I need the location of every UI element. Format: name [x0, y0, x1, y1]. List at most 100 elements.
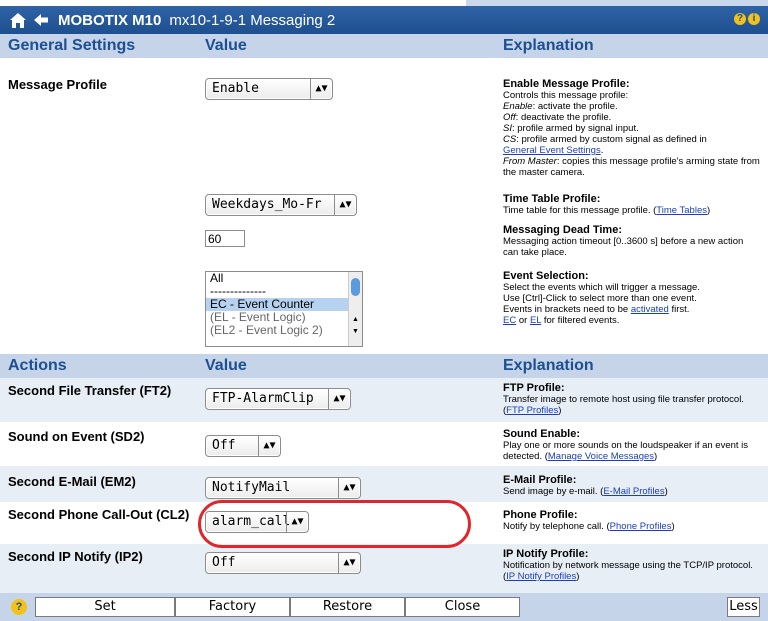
ip-notify-select-value: Off [212, 555, 236, 570]
action-label: Second IP Notify (IP2) [8, 549, 143, 564]
general-event-settings-link[interactable]: General Event Settings [503, 145, 601, 156]
exp-title: Phone Profile [503, 509, 574, 521]
exp-tt-text: Time table for this message profile. ( [503, 205, 657, 216]
exp-enable-term: From Master [503, 156, 557, 167]
message-profile-label: Message Profile [8, 77, 107, 92]
exp-title: Sound Enable [503, 428, 577, 440]
email-select[interactable]: NotifyMail ▲▼ [205, 477, 361, 499]
ftp-profiles-link[interactable]: FTP Profiles [506, 405, 558, 416]
action-label: Second File Transfer (FT2) [8, 383, 172, 398]
manage-voice-messages-link[interactable]: Manage Voice Messages [548, 451, 654, 462]
exp-text: Notify by telephone call. ( [503, 521, 610, 532]
exp-enable-line: : profile armed by custom signal as defi… [516, 134, 707, 145]
exp-ev-line: for filtered events. [541, 315, 620, 326]
timetable-select[interactable]: Weekdays_Mo-Fr ▲▼ [205, 194, 357, 216]
back-arrow-icon[interactable] [32, 10, 50, 30]
action-label: Second Phone Call-Out (CL2) [8, 507, 190, 522]
scroll-up-icon[interactable]: ▲ [352, 316, 359, 323]
exp-enable-line: : deactivate the profile. [515, 112, 612, 123]
message-profile-row: Message Profile Enable ▲▼ Enable Message… [0, 58, 768, 354]
exp-enable-line: Controls this message profile: [503, 90, 629, 101]
title-bar: MOBOTIX M10 mx10-1-9-1 Messaging 2 ? i [0, 6, 768, 34]
set-button[interactable]: Set [35, 597, 175, 617]
enable-explanation: Enable Message Profile: Controls this me… [503, 78, 760, 179]
scrollbar-thumb[interactable] [351, 278, 360, 296]
event-selection-explanation: Event Selection: Select the events which… [503, 270, 700, 327]
exp-enable-line: : activate the profile. [532, 101, 618, 112]
enable-select-value: Enable [212, 81, 259, 96]
sound-select-value: Off [212, 438, 236, 453]
exp-enable-term: SI [503, 123, 512, 134]
header-value: Value [205, 357, 247, 374]
close-button[interactable]: Close [405, 597, 520, 617]
table-row: Second File Transfer (FT2) FTP-AlarmClip… [0, 378, 768, 422]
phone-profiles-link[interactable]: Phone Profiles [610, 521, 672, 532]
exp-ev-title: Event Selection [503, 270, 585, 282]
exp-dt-title: Messaging Dead Time [503, 224, 619, 236]
exp-ev-line: Events in brackets need to be [503, 304, 631, 315]
exp-enable-term: Off [503, 112, 516, 123]
exp-text: Send image by e-mail. ( [503, 486, 604, 497]
select-arrows-icon: ▲▼ [334, 195, 356, 215]
exp-enable-term: CS [503, 134, 517, 145]
exp-tt-title: Time Table Profile [503, 193, 597, 205]
header-actions: Actions [8, 357, 67, 374]
time-tables-link[interactable]: Time Tables [656, 205, 707, 216]
list-item[interactable]: (EL2 - Event Logic 2) [206, 324, 362, 337]
deadtime-explanation: Messaging Dead Time: Messaging action ti… [503, 224, 744, 259]
ip-notify-select[interactable]: Off ▲▼ [205, 552, 361, 574]
exp-title: E-Mail Profile [503, 474, 573, 486]
exp-title: IP Notify Profile [503, 548, 585, 560]
exp-ev-line: or [516, 315, 530, 326]
exp-enable-term: Enable [503, 101, 533, 112]
home-icon[interactable] [8, 10, 28, 30]
deadtime-input[interactable] [205, 230, 245, 247]
ftp-explanation: FTP Profile: Transfer image to remote ho… [503, 382, 744, 417]
exp-ev-line: Select the events which will trigger a m… [503, 282, 700, 293]
ftp-select[interactable]: FTP-AlarmClip ▲▼ [205, 388, 351, 410]
product-name: MOBOTIX M10 [58, 11, 162, 29]
sound-select[interactable]: Off ▲▼ [205, 435, 281, 457]
header-explanation: Explanation [503, 357, 594, 374]
actions-header: Actions Value Explanation [0, 354, 768, 378]
table-row: Second E-Mail (EM2) NotifyMail ▲▼ E-Mail… [0, 466, 768, 502]
ec-link[interactable]: EC [503, 315, 516, 326]
action-label: Sound on Event (SD2) [8, 429, 145, 444]
restore-button[interactable]: Restore [290, 597, 405, 617]
exp-title: FTP Profile [503, 382, 561, 394]
select-arrows-icon: ▲▼ [258, 436, 280, 456]
help-icon[interactable]: ? [11, 599, 27, 615]
event-selection-list[interactable]: All -------------- EC - Event Counter (E… [205, 271, 363, 347]
select-arrows-icon: ▲▼ [338, 478, 360, 498]
select-arrows-icon: ▲▼ [310, 79, 332, 99]
timetable-explanation: Time Table Profile: Time table for this … [503, 193, 711, 217]
email-explanation: E-Mail Profile: Send image by e-mail. (E… [503, 474, 668, 498]
select-arrows-icon: ▲▼ [338, 553, 360, 573]
info-icon[interactable]: i [748, 13, 760, 25]
less-button[interactable]: Less [727, 597, 760, 617]
factory-button[interactable]: Factory [175, 597, 290, 617]
highlight-ring [198, 500, 471, 548]
exp-enable-line: : profile armed by signal input. [511, 123, 639, 134]
ip-notify-profiles-link[interactable]: IP Notify Profiles [506, 571, 576, 582]
footer-bar: ? Set Factory Restore Close Less [0, 593, 768, 621]
ip-notify-explanation: IP Notify Profile: Notification by netwo… [503, 548, 753, 583]
scroll-down-icon[interactable]: ▼ [352, 328, 359, 335]
exp-dt-text: Messaging action timeout [0..3600 s] bef… [503, 236, 744, 258]
phone-explanation: Phone Profile: Notify by telephone call.… [503, 509, 675, 533]
timetable-select-value: Weekdays_Mo-Fr [212, 197, 322, 212]
header-general-settings: General Settings [8, 37, 136, 54]
table-row: Second IP Notify (IP2) Off ▲▼ IP Notify … [0, 544, 768, 593]
page-title: mx10-1-9-1 Messaging 2 [169, 11, 336, 29]
exp-ev-line: Use [Ctrl]-Click to select more than one… [503, 293, 697, 304]
enable-select[interactable]: Enable ▲▼ [205, 78, 333, 100]
exp-enable-title: Enable Message Profile [503, 78, 626, 90]
general-settings-header: General Settings Value Explanation [0, 34, 768, 58]
select-arrows-icon: ▲▼ [328, 389, 350, 409]
email-profiles-link[interactable]: E-Mail Profiles [603, 486, 664, 497]
help-icon[interactable]: ? [734, 13, 746, 25]
list-scrollbar[interactable]: ▲ ▼ [348, 272, 362, 346]
el-link[interactable]: EL [530, 315, 541, 326]
activated-link[interactable]: activated [631, 304, 669, 315]
ftp-select-value: FTP-AlarmClip [212, 391, 314, 406]
